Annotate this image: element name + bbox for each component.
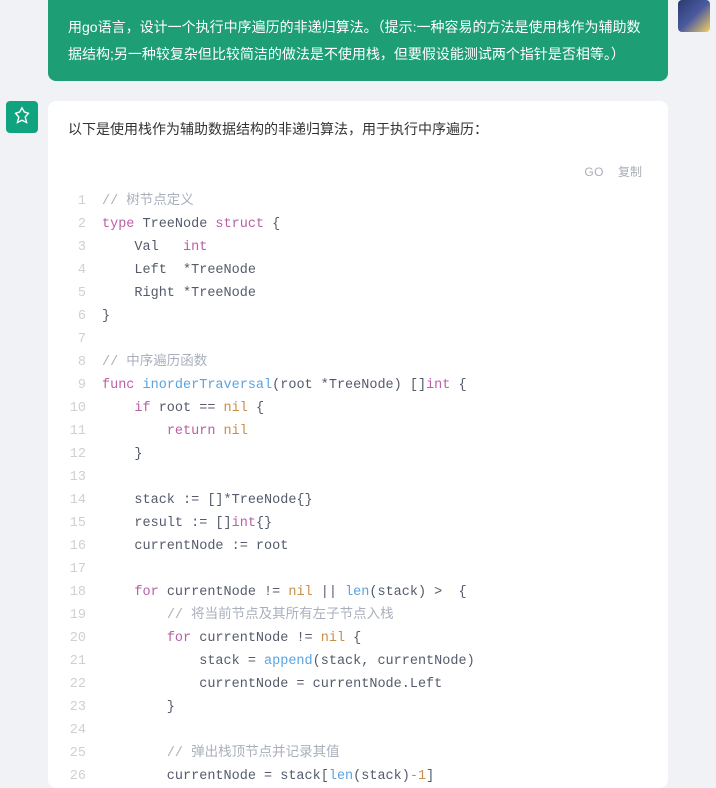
code-text: func inorderTraversal(root *TreeNode) []… <box>102 374 654 397</box>
code-line: 8// 中序遍历函数 <box>62 351 654 374</box>
assistant-avatar <box>6 101 38 133</box>
line-number: 21 <box>62 650 102 673</box>
code-text <box>102 328 654 351</box>
assistant-message: 以下是使用栈作为辅助数据结构的非递归算法，用于执行中序遍历： GO 复制 1//… <box>48 101 668 788</box>
code-text: Left *TreeNode <box>102 259 654 282</box>
code-text: result := []int{} <box>102 512 654 535</box>
code-line: 21 stack = append(stack, currentNode) <box>62 650 654 673</box>
code-text: type TreeNode struct { <box>102 213 654 236</box>
code-text: currentNode = stack[len(stack)-1] <box>102 765 654 788</box>
code-text: } <box>102 443 654 466</box>
line-number: 15 <box>62 512 102 535</box>
line-number: 11 <box>62 420 102 443</box>
code-line: 16 currentNode := root <box>62 535 654 558</box>
code-line: 26 currentNode = stack[len(stack)-1] <box>62 765 654 788</box>
line-number: 25 <box>62 742 102 765</box>
code-line: 13 <box>62 466 654 489</box>
code-line: 4 Left *TreeNode <box>62 259 654 282</box>
code-text <box>102 558 654 581</box>
code-text: // 树节点定义 <box>102 190 654 213</box>
code-text: Val int <box>102 236 654 259</box>
code-line: 1// 树节点定义 <box>62 190 654 213</box>
code-block: GO 复制 1// 树节点定义2type TreeNode struct {3 … <box>62 157 654 788</box>
line-number: 12 <box>62 443 102 466</box>
line-number: 23 <box>62 696 102 719</box>
code-line: 9func inorderTraversal(root *TreeNode) [… <box>62 374 654 397</box>
line-number: 4 <box>62 259 102 282</box>
code-line: 19 // 将当前节点及其所有左子节点入栈 <box>62 604 654 627</box>
line-number: 24 <box>62 719 102 742</box>
code-text: // 弹出栈顶节点并记录其值 <box>102 742 654 765</box>
code-text: stack := []*TreeNode{} <box>102 489 654 512</box>
code-text <box>102 466 654 489</box>
line-number: 10 <box>62 397 102 420</box>
line-number: 26 <box>62 765 102 788</box>
code-text: currentNode := root <box>102 535 654 558</box>
code-text: // 将当前节点及其所有左子节点入栈 <box>102 604 654 627</box>
code-line: 12 } <box>62 443 654 466</box>
line-number: 6 <box>62 305 102 328</box>
code-text: if root == nil { <box>102 397 654 420</box>
assistant-body: 以下是使用栈作为辅助数据结构的非递归算法，用于执行中序遍历： GO 复制 1//… <box>48 101 668 788</box>
line-number: 2 <box>62 213 102 236</box>
code-language-label: GO <box>584 165 604 179</box>
line-number: 9 <box>62 374 102 397</box>
code-text: } <box>102 305 654 328</box>
code-line: 20 for currentNode != nil { <box>62 627 654 650</box>
code-line: 5 Right *TreeNode <box>62 282 654 305</box>
line-number: 19 <box>62 604 102 627</box>
line-number: 20 <box>62 627 102 650</box>
line-number: 1 <box>62 190 102 213</box>
code-line: 15 result := []int{} <box>62 512 654 535</box>
code-text: Right *TreeNode <box>102 282 654 305</box>
code-line: 25 // 弹出栈顶节点并记录其值 <box>62 742 654 765</box>
line-number: 16 <box>62 535 102 558</box>
line-number: 17 <box>62 558 102 581</box>
line-number: 14 <box>62 489 102 512</box>
code-line: 10 if root == nil { <box>62 397 654 420</box>
line-number: 13 <box>62 466 102 489</box>
code-line: 3 Val int <box>62 236 654 259</box>
user-avatar <box>678 0 710 32</box>
code-text: stack = append(stack, currentNode) <box>102 650 654 673</box>
code-line: 23 } <box>62 696 654 719</box>
code-text: for currentNode != nil { <box>102 627 654 650</box>
code-line: 14 stack := []*TreeNode{} <box>62 489 654 512</box>
code-text: for currentNode != nil || len(stack) > { <box>102 581 654 604</box>
code-header: GO 复制 <box>62 157 654 190</box>
code-line: 7 <box>62 328 654 351</box>
line-number: 3 <box>62 236 102 259</box>
user-message-bubble: 用go语言，设计一个执行中序遍历的非递归算法。（提示:一种容易的方法是使用栈作为… <box>48 0 668 81</box>
line-number: 22 <box>62 673 102 696</box>
code-content[interactable]: 1// 树节点定义2type TreeNode struct {3 Val in… <box>62 190 654 788</box>
line-number: 18 <box>62 581 102 604</box>
assistant-intro-text: 以下是使用栈作为辅助数据结构的非递归算法，用于执行中序遍历： <box>48 119 668 143</box>
assistant-logo-icon <box>11 106 33 128</box>
code-text: return nil <box>102 420 654 443</box>
code-line: 11 return nil <box>62 420 654 443</box>
code-line: 24 <box>62 719 654 742</box>
line-number: 8 <box>62 351 102 374</box>
line-number: 7 <box>62 328 102 351</box>
code-text: } <box>102 696 654 719</box>
code-text: // 中序遍历函数 <box>102 351 654 374</box>
line-number: 5 <box>62 282 102 305</box>
code-line: 6} <box>62 305 654 328</box>
code-text: currentNode = currentNode.Left <box>102 673 654 696</box>
code-line: 18 for currentNode != nil || len(stack) … <box>62 581 654 604</box>
code-line: 22 currentNode = currentNode.Left <box>62 673 654 696</box>
code-line: 2type TreeNode struct { <box>62 213 654 236</box>
code-line: 17 <box>62 558 654 581</box>
copy-button[interactable]: 复制 <box>618 163 642 180</box>
user-message-text: 用go语言，设计一个执行中序遍历的非递归算法。（提示:一种容易的方法是使用栈作为… <box>68 19 640 62</box>
code-text <box>102 719 654 742</box>
